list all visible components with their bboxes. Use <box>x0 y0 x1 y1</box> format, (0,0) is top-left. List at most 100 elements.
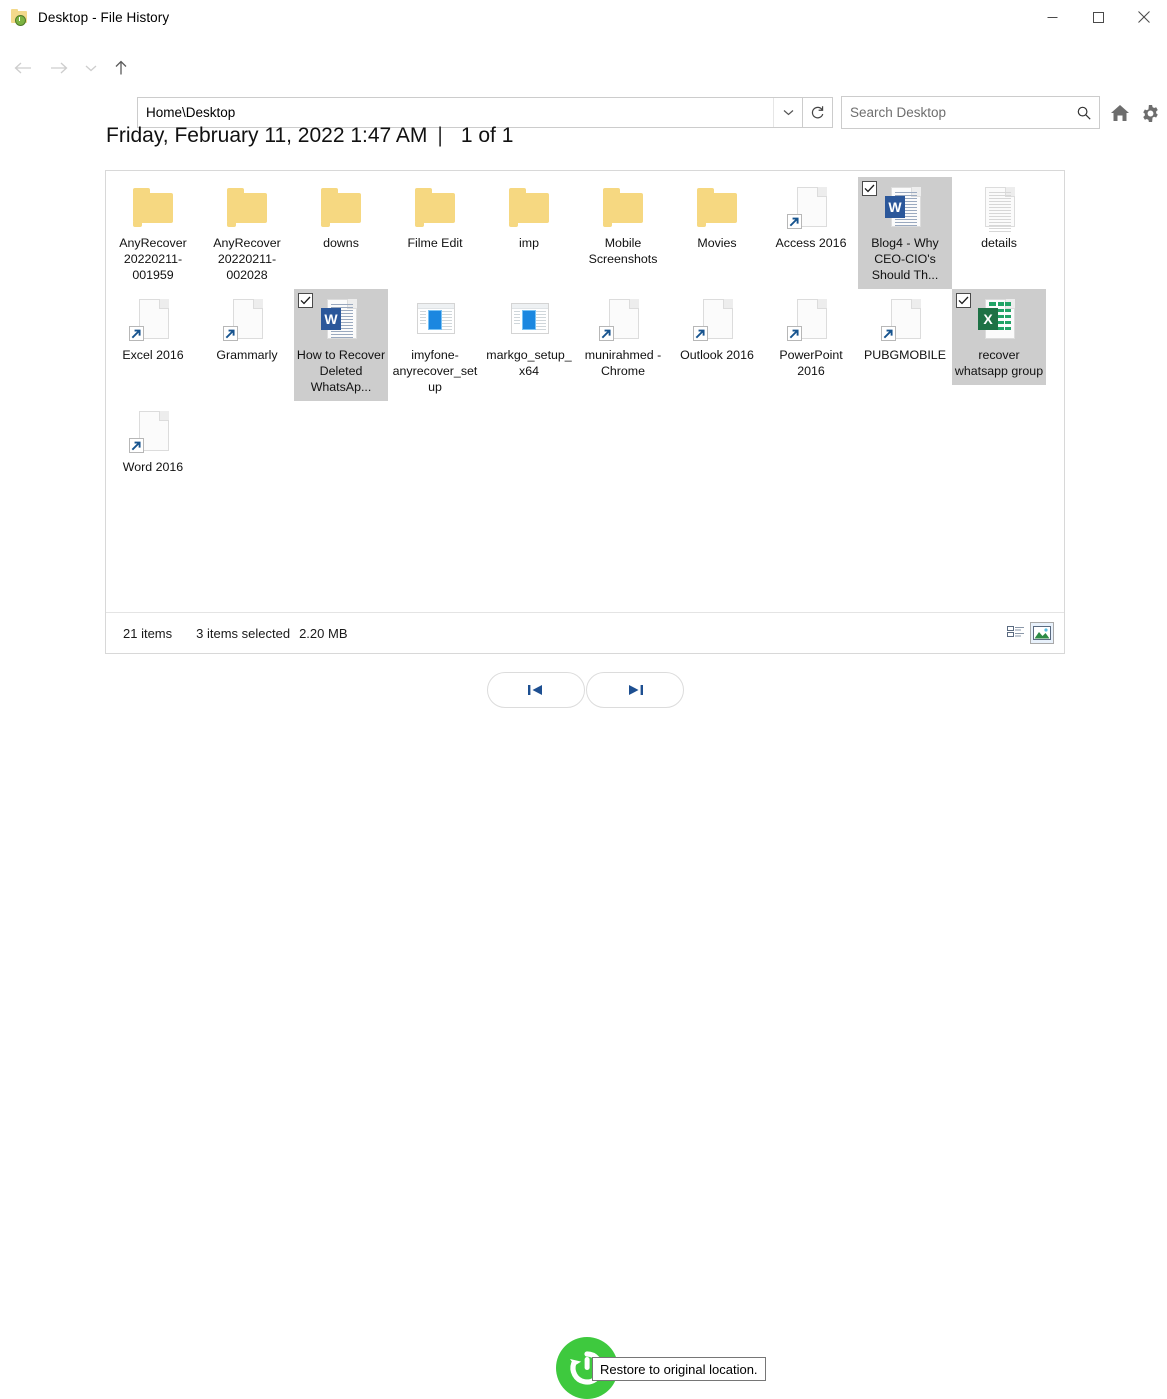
selection-checkbox[interactable] <box>956 293 971 308</box>
file-item[interactable]: Access 2016 <box>764 177 858 257</box>
file-item[interactable]: munirahmed - Chrome <box>576 289 670 385</box>
file-item[interactable]: AnyRecover 20220211-002028 <box>200 177 294 289</box>
file-item[interactable]: Mobile Screenshots <box>576 177 670 273</box>
file-label: PUBGMOBILE <box>864 348 946 362</box>
chevron-down-icon[interactable] <box>76 53 106 83</box>
close-button[interactable] <box>1121 0 1167 34</box>
folder-icon <box>509 188 549 227</box>
version-count: 1 of 1 <box>460 124 514 147</box>
file-item[interactable]: W Blog4 - Why CEO-CIO's Should Th... <box>858 177 952 289</box>
file-label: imp <box>519 236 539 250</box>
file-item[interactable]: Outlook 2016 <box>670 289 764 369</box>
folder-icon <box>603 188 643 227</box>
file-label: Excel 2016 <box>122 348 184 362</box>
file-item[interactable]: Excel 2016 <box>106 289 200 369</box>
forward-arrow-icon[interactable] <box>44 53 74 83</box>
file-label: Blog4 - Why CEO-CIO's Should Th... <box>871 236 939 282</box>
navigation-bar: Home\Desktop Search Desktop <box>0 44 1167 129</box>
header-separator: | <box>437 124 443 147</box>
application-icon <box>511 303 549 334</box>
file-item[interactable]: imyfone-anyrecover_setup <box>388 289 482 401</box>
file-label: Grammarly <box>216 348 278 362</box>
file-item[interactable]: imp <box>482 177 576 257</box>
file-icon <box>599 183 647 231</box>
version-toolbar: Restore to original location. <box>0 672 1167 1399</box>
file-list-panel: AnyRecover 20220211-001959 AnyRecover 202… <box>105 170 1065 654</box>
file-label: PowerPoint 2016 <box>779 348 843 378</box>
gear-icon[interactable] <box>1136 99 1164 127</box>
file-item[interactable]: Filme Edit <box>388 177 482 257</box>
folder-icon <box>321 188 361 227</box>
home-icon[interactable] <box>1106 99 1134 127</box>
file-icon: X <box>975 295 1023 343</box>
file-item[interactable]: W How to Recover Deleted WhatsAp... <box>294 289 388 401</box>
file-icon <box>505 295 553 343</box>
shortcut-overlay-icon <box>693 326 708 341</box>
window-controls <box>1029 0 1167 34</box>
shortcut-overlay-icon <box>223 326 238 341</box>
shortcut-overlay-icon <box>881 326 896 341</box>
excel-badge-icon: X <box>978 308 998 330</box>
file-item[interactable]: downs <box>294 177 388 257</box>
file-label: imyfone-anyrecover_setup <box>392 348 478 394</box>
refresh-button[interactable] <box>803 97 833 128</box>
file-icon <box>693 295 741 343</box>
restore-tooltip: Restore to original location. <box>592 1357 766 1381</box>
file-item[interactable]: PUBGMOBILE <box>858 289 952 369</box>
file-item[interactable]: Movies <box>670 177 764 257</box>
maximize-button[interactable] <box>1075 0 1121 34</box>
selection-checkbox[interactable] <box>862 181 877 196</box>
status-selection: 3 items selected <box>196 625 291 641</box>
file-label: Mobile Screenshots <box>588 236 658 266</box>
folder-icon <box>697 188 737 227</box>
file-icon <box>881 295 929 343</box>
file-label: Filme Edit <box>407 236 463 250</box>
status-bar: 21 items 3 items selected 2.20 MB <box>106 612 1064 653</box>
file-icon <box>505 183 553 231</box>
file-item[interactable]: PowerPoint 2016 <box>764 289 858 385</box>
file-icon <box>129 183 177 231</box>
shortcut-overlay-icon <box>787 326 802 341</box>
selection-checkbox[interactable] <box>298 293 313 308</box>
file-icon <box>787 183 835 231</box>
shortcut-overlay-icon <box>129 438 144 453</box>
minimize-button[interactable] <box>1029 0 1075 34</box>
search-icon[interactable] <box>1069 106 1099 120</box>
window-title: Desktop - File History <box>38 9 170 25</box>
word-badge-icon: W <box>885 196 905 218</box>
file-icon: W <box>317 295 365 343</box>
details-view-button[interactable] <box>1004 622 1028 644</box>
thumbnail-view-button[interactable] <box>1030 622 1054 644</box>
file-label: munirahmed - Chrome <box>584 348 662 378</box>
search-input[interactable]: Search Desktop <box>850 105 1069 120</box>
file-label: AnyRecover 20220211-001959 <box>119 236 187 282</box>
next-version-button[interactable] <box>586 672 684 708</box>
folder-icon <box>227 188 267 227</box>
file-icon <box>129 407 177 455</box>
file-icon <box>693 183 741 231</box>
folder-history-icon <box>10 7 30 27</box>
version-date: Friday, February 11, 2022 1:47 AM <box>106 124 428 147</box>
up-arrow-icon[interactable] <box>106 53 136 83</box>
file-label: AnyRecover 20220211-002028 <box>213 236 281 282</box>
file-item[interactable]: details <box>952 177 1046 257</box>
item-row: Word 2016 <box>106 401 1064 481</box>
file-icon <box>411 183 459 231</box>
file-icon <box>787 295 835 343</box>
file-label: downs <box>323 236 359 250</box>
status-size: 2.20 MB <box>299 625 348 641</box>
file-label: markgo_setup_x64 <box>486 348 572 378</box>
file-item[interactable]: Word 2016 <box>106 401 200 481</box>
file-item[interactable]: markgo_setup_x64 <box>482 289 576 385</box>
file-item[interactable]: Xrecover whatsapp group <box>952 289 1046 385</box>
word-badge-icon: W <box>321 308 341 330</box>
address-dropdown-icon[interactable] <box>773 98 802 127</box>
file-icon <box>975 183 1023 232</box>
shortcut-overlay-icon <box>787 214 802 229</box>
file-label: Movies <box>697 236 737 250</box>
file-item[interactable]: AnyRecover 20220211-001959 <box>106 177 200 289</box>
search-box[interactable]: Search Desktop <box>841 96 1100 129</box>
file-item[interactable]: Grammarly <box>200 289 294 369</box>
previous-version-button[interactable] <box>487 672 585 708</box>
back-arrow-icon[interactable] <box>8 53 38 83</box>
